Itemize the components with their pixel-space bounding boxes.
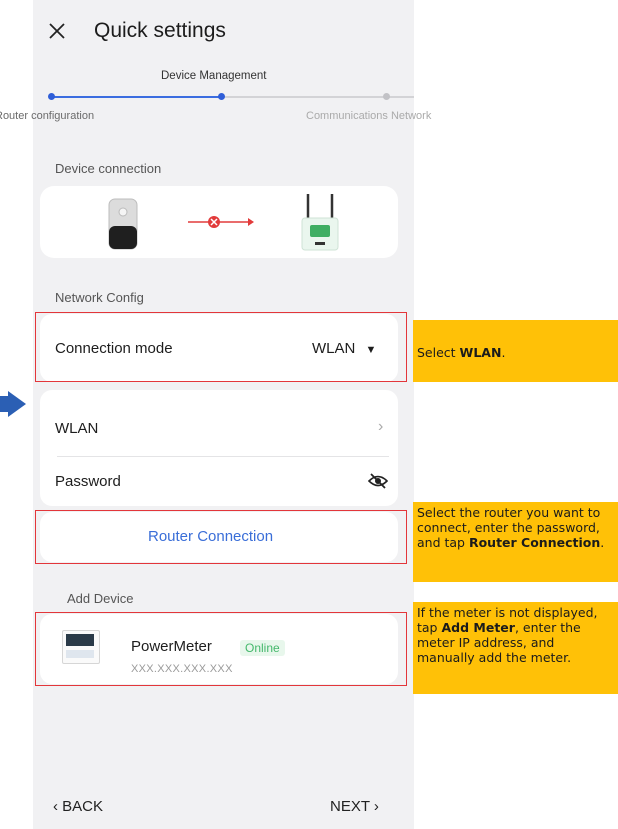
disconnected-link-icon [188,216,254,228]
highlight-connection-mode [35,312,407,382]
row-divider [57,456,389,457]
callout-add-meter: If the meter is not displayed, tap Add M… [413,602,618,694]
chevron-right-icon: › [373,798,379,815]
arrow-stem [0,396,8,412]
progress-stepper: Device Management Router configuration C… [0,70,431,125]
phone-screen: Quick settings Device Management Router … [0,0,431,829]
next-label: NEXT [330,798,370,815]
highlight-add-device [35,612,407,686]
inverter-icon [108,198,138,250]
callout-router-connection: Select the router you want to connect, e… [413,502,618,582]
highlight-router-connection [35,510,407,564]
wlan-label: WLAN [55,420,99,437]
close-icon[interactable] [47,21,67,41]
back-label: BACK [62,798,104,815]
step-dot-next [383,93,390,100]
network-config-label: Network Config [55,290,144,305]
top-bar: Quick settings [33,12,414,52]
arrow-head [8,391,26,417]
device-connection-card [40,186,398,258]
step-dot-previous [48,93,55,100]
step-label-current: Device Management [161,70,267,82]
bottom-nav: ‹ BACK NEXT › [33,792,414,822]
next-button[interactable]: NEXT › [330,798,379,815]
device-connection-label: Device connection [55,161,162,176]
page-title: Quick settings [94,19,226,42]
add-device-label: Add Device [67,591,134,606]
router-icon [301,194,339,251]
hide-password-eye-icon[interactable] [368,473,388,489]
chevron-left-icon: ‹ [53,798,58,815]
password-row[interactable]: Password [40,465,398,497]
callout-select-wlan: Select WLAN. [413,320,618,382]
chevron-right-icon: › [378,418,384,435]
step-label-previous: Router configuration [0,110,95,122]
wlan-row[interactable]: WLAN › [40,412,398,444]
step-label-next: Communications Network [306,110,432,122]
step-line-done [51,96,221,98]
password-label: Password [55,473,121,490]
step-dot-current [218,93,225,100]
back-button[interactable]: ‹ BACK [53,798,103,815]
